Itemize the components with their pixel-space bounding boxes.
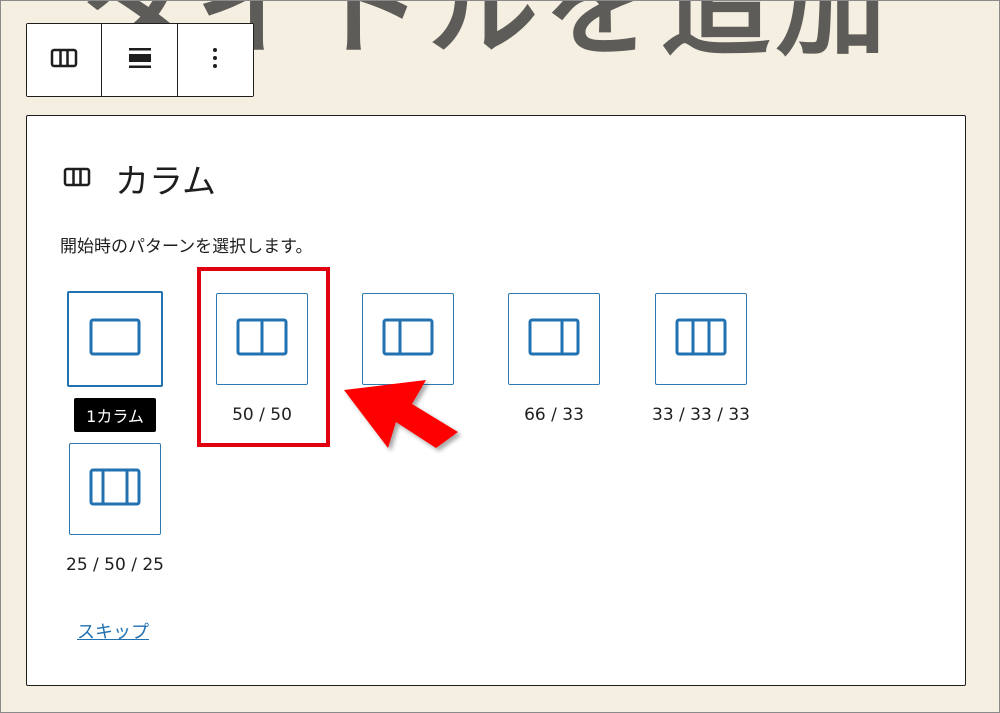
column-layout-25-50-25-icon bbox=[89, 468, 141, 510]
columns-placeholder-panel: カラム 開始時のパターンを選択します。 1カラム 50 / 50 66 / 33… bbox=[26, 115, 966, 686]
columns-icon bbox=[63, 167, 91, 191]
variation-100: 1カラム bbox=[60, 291, 170, 432]
more-options-button[interactable] bbox=[177, 24, 254, 96]
block-type-button[interactable] bbox=[27, 24, 103, 96]
variation-tooltip: 1カラム bbox=[74, 398, 156, 432]
column-layout-33-33-33-icon bbox=[675, 318, 727, 360]
variation-50-50: 50 / 50 bbox=[207, 293, 317, 425]
align-button[interactable] bbox=[102, 24, 178, 96]
more-vertical-icon bbox=[212, 47, 218, 73]
variation-label: 50 / 50 bbox=[232, 405, 292, 425]
variation-button-100[interactable] bbox=[67, 291, 163, 387]
column-layout-33-66-icon bbox=[382, 318, 434, 360]
column-layout-50-50-icon bbox=[236, 318, 288, 360]
variation-label: 66 / 33 bbox=[524, 405, 584, 425]
panel-instructions: 開始時のパターンを選択します。 bbox=[60, 237, 313, 257]
variation-33-66 bbox=[353, 293, 463, 405]
variation-button-25-50-25[interactable] bbox=[69, 443, 161, 535]
column-layout-100-icon bbox=[89, 318, 141, 360]
variation-button-33-33-33[interactable] bbox=[655, 293, 747, 385]
panel-title: カラム bbox=[115, 162, 216, 202]
block-toolbar bbox=[26, 23, 254, 97]
variation-25-50-25: 25 / 50 / 25 bbox=[60, 443, 170, 575]
variation-label: 33 / 33 / 33 bbox=[652, 405, 750, 425]
variation-button-33-66[interactable] bbox=[362, 293, 454, 385]
variation-33-33-33: 33 / 33 / 33 bbox=[646, 293, 756, 425]
align-wide-icon bbox=[127, 46, 153, 74]
column-layout-66-33-icon bbox=[528, 318, 580, 360]
variation-button-50-50[interactable] bbox=[216, 293, 308, 385]
variation-label: 25 / 50 / 25 bbox=[66, 555, 164, 575]
columns-icon bbox=[50, 48, 78, 72]
variation-button-66-33[interactable] bbox=[508, 293, 600, 385]
variation-66-33: 66 / 33 bbox=[499, 293, 609, 425]
skip-link[interactable]: スキップ bbox=[77, 618, 149, 644]
panel-header: カラム bbox=[63, 154, 216, 203]
